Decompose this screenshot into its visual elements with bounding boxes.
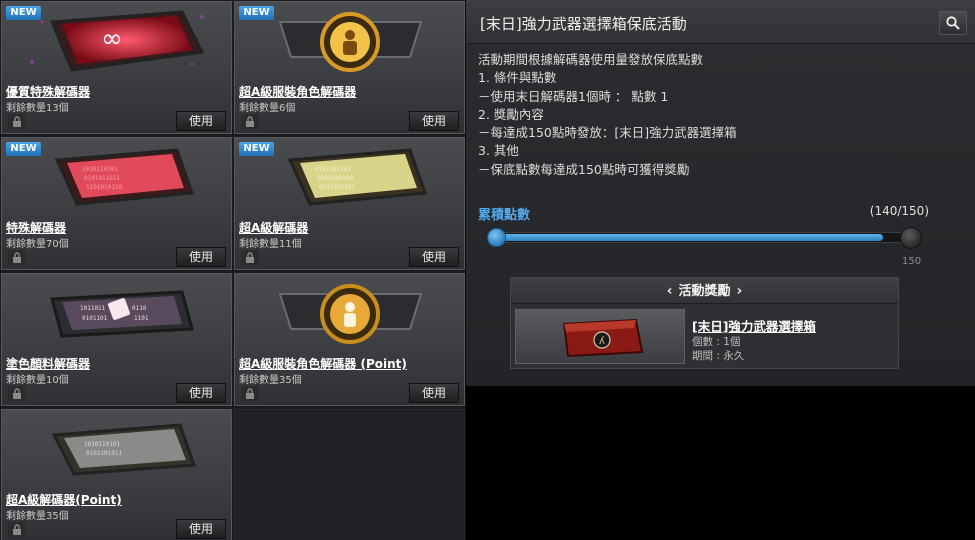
search-icon xyxy=(946,16,960,30)
use-button[interactable]: 使用 xyxy=(176,111,226,131)
points-value: (140/150) xyxy=(869,204,929,218)
item-count: 剩餘數量10個 xyxy=(6,375,69,386)
next-reward-button[interactable]: › xyxy=(731,278,749,304)
empty-area xyxy=(466,386,975,540)
reward-header: ‹ 活動獎勵 › xyxy=(511,278,898,304)
lock-icon[interactable] xyxy=(8,386,26,401)
reward-thumbnail[interactable]: ʎ xyxy=(515,309,685,364)
item-count: 剩餘數量35個 xyxy=(6,511,69,522)
decoder-character-point-icon xyxy=(278,284,423,344)
svg-text:1101: 1101 xyxy=(134,315,149,322)
svg-text:0110: 0110 xyxy=(132,305,147,312)
item-count: 剩餘數量35個 xyxy=(239,375,302,386)
svg-text:ʎ: ʎ xyxy=(599,336,605,347)
reward-box: ‹ 活動獎勵 › ʎ [末日]強力武器選擇箱 個數 : 1個 期間 : 永久 xyxy=(510,277,899,369)
lock-icon[interactable] xyxy=(8,250,26,265)
decoder-card[interactable]: 1011011 0110 0101101 1101 塗色顏料解碼器 剩餘數量10個 使… xyxy=(1,273,232,406)
svg-text:1010110101: 1010110101 xyxy=(82,166,119,173)
lock-icon[interactable] xyxy=(8,114,26,129)
decoder-card[interactable]: NEW 超A級服裝角色解碼器 剩餘數量6個 使用 xyxy=(234,1,465,134)
progress-max-label: 150 xyxy=(902,256,922,267)
lock-icon[interactable] xyxy=(8,522,26,537)
description-line: 1. 條件與點數 xyxy=(478,70,557,86)
panel-title: [末日]強力武器選擇箱保底活動 xyxy=(480,15,687,33)
reward-header-label: 活動獎勵 xyxy=(678,284,731,299)
svg-text:1101010110: 1101010110 xyxy=(86,184,123,191)
progress-end-knob xyxy=(900,227,922,249)
item-count: 剩餘數量13個 xyxy=(6,103,69,114)
description-line: 3. 其他 xyxy=(478,143,519,159)
reward-period: 期間 : 永久 xyxy=(692,350,745,362)
item-name: 特殊解碼器 xyxy=(6,221,67,235)
lock-icon[interactable] xyxy=(241,114,259,129)
points-label: 累積點數 xyxy=(478,208,531,223)
item-name: 優質特殊解碼器 xyxy=(6,85,91,99)
progress-fill xyxy=(497,234,884,241)
item-name: 超A級服裝角色解碼器 xyxy=(239,85,357,99)
use-button[interactable]: 使用 xyxy=(176,247,226,267)
new-badge: NEW xyxy=(6,142,41,156)
new-badge: NEW xyxy=(239,6,274,20)
decoder-card[interactable]: 0101101101 1011010110 0110101101 NEW 超A級解碼… xyxy=(234,137,465,270)
empty-slot xyxy=(234,409,465,540)
svg-text:1011010110: 1011010110 xyxy=(317,175,354,182)
item-count: 剩餘數量11個 xyxy=(239,239,302,250)
decoder-card[interactable]: ∞ NEW 優質特殊解碼器 剩餘數量13個 使用 xyxy=(1,1,232,134)
lock-icon[interactable] xyxy=(241,250,259,265)
description-line: 活動期間根據解碼器使用量發放保底點數 xyxy=(478,52,704,67)
decoder-inventory-grid: ∞ NEW 優質特殊解碼器 剩餘數量13個 使用 NEW 超A級服裝角色解碼器 … xyxy=(0,0,465,540)
panel-header: [末日]強力武器選擇箱保底活動 xyxy=(466,0,975,44)
new-badge: NEW xyxy=(239,142,274,156)
svg-text:0101101011: 0101101011 xyxy=(86,450,123,457)
reward-quantity: 個數 : 1個 xyxy=(692,336,741,348)
description-line: 2. 獎勵內容 xyxy=(478,106,544,122)
description-line: －保底點數每達成150點時可獲得獎勵 xyxy=(478,161,690,177)
svg-text:∞: ∞ xyxy=(101,24,123,54)
use-button[interactable]: 使用 xyxy=(176,519,226,539)
search-button[interactable] xyxy=(939,11,967,35)
reward-name[interactable]: [末日]強力武器選擇箱 xyxy=(692,316,816,335)
svg-text:0101101101: 0101101101 xyxy=(315,166,352,173)
prev-reward-button[interactable]: ‹ xyxy=(661,278,679,304)
item-name: 超A級解碼器(Point) xyxy=(6,493,122,507)
weapon-box-icon: ʎ xyxy=(562,318,644,358)
item-count: 剩餘數量70個 xyxy=(6,239,69,250)
svg-text:0110101101: 0110101101 xyxy=(319,184,356,191)
decoder-card[interactable]: 超A級服裝角色解碼器 (Point) 剩餘數量35個 使用 xyxy=(234,273,465,406)
item-name: 塗色顏料解碼器 xyxy=(6,357,91,371)
decoder-card[interactable]: 1010110101 0101101011 超A級解碼器(Point) 剩餘數量3… xyxy=(1,409,232,540)
item-count: 剩餘數量6個 xyxy=(239,103,296,114)
use-button[interactable]: 使用 xyxy=(409,247,459,267)
decoder-silver-icon: 1010110101 0101101011 xyxy=(51,423,197,476)
decoder-paint-icon: 1011011 0110 0101101 1101 xyxy=(50,290,194,338)
item-name: 超A級服裝角色解碼器 (Point) xyxy=(239,357,407,371)
lock-icon[interactable] xyxy=(241,386,259,401)
description-line: －使用末日解碼器1個時 ： 點數 1 xyxy=(478,88,669,104)
new-badge: NEW xyxy=(6,6,41,20)
svg-text:1010110101: 1010110101 xyxy=(84,441,121,448)
item-name: 超A級解碼器 xyxy=(239,221,309,235)
event-description: 活動期間根據解碼器使用量發放保底點數 1. 條件與點數 －使用末日解碼器1個時 … xyxy=(478,51,737,179)
progress-start-knob xyxy=(487,228,506,247)
svg-text:1011011: 1011011 xyxy=(80,305,106,312)
decoder-card[interactable]: 1010110101 0101011011 1101010110 NEW 特殊解碼器… xyxy=(1,137,232,270)
description-line: －每達成150點時發放：[末日]強力武器選擇箱 xyxy=(478,125,737,141)
progress-bar xyxy=(496,232,912,243)
event-info-panel: [末日]強力武器選擇箱保底活動 活動期間根據解碼器使用量發放保底點數 1. 條件… xyxy=(466,0,975,386)
svg-text:0101011011: 0101011011 xyxy=(84,175,121,182)
svg-text:0101101: 0101101 xyxy=(82,315,108,322)
use-button[interactable]: 使用 xyxy=(409,111,459,131)
use-button[interactable]: 使用 xyxy=(409,383,459,403)
use-button[interactable]: 使用 xyxy=(176,383,226,403)
